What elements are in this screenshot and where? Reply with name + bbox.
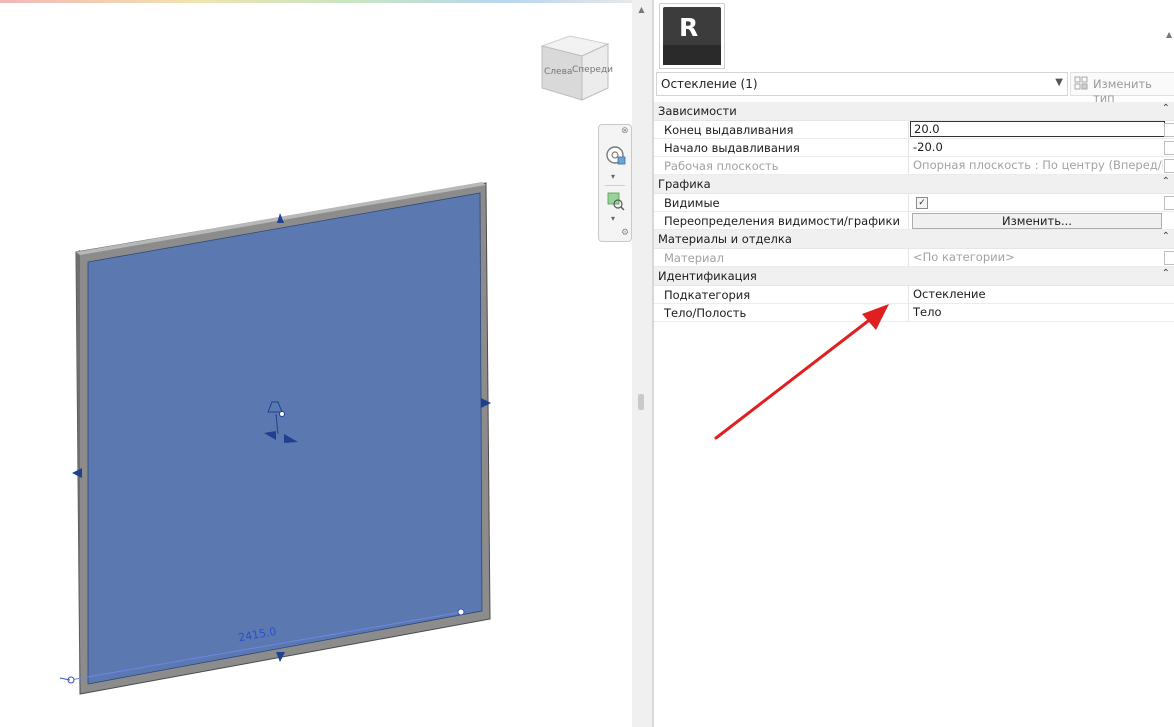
work-plane-value: Опорная плоскость : По центру (Вперед/Н.…: [913, 158, 1163, 172]
property-row: Тело/Полость Тело: [654, 304, 1174, 322]
viewcube[interactable]: Слева Спереди: [532, 30, 618, 106]
navigation-bar: ⊗ ▾ ▾ ⚙: [598, 124, 632, 242]
material-value: <По категории>: [913, 250, 1015, 264]
property-label: Конец выдавливания: [664, 123, 794, 137]
type-selector-value: Остекление (1): [661, 77, 758, 91]
model-viewport[interactable]: 2415.0 Слева Спереди ⊗ ▾ ▾ ⚙: [0, 0, 632, 727]
property-row: Начало выдавливания -20.0: [654, 139, 1174, 157]
close-icon[interactable]: ⊗: [621, 127, 629, 136]
property-label: Тело/Полость: [664, 306, 747, 320]
category-label: Идентификация: [658, 269, 757, 283]
associate-parameter-button[interactable]: [1164, 251, 1174, 265]
dimension-end-right[interactable]: [457, 608, 465, 616]
solid-void-value[interactable]: Тело: [910, 305, 1163, 320]
property-label: Подкатегория: [664, 288, 751, 302]
property-row: Материал <По категории>: [654, 249, 1174, 267]
property-row: Видимые ✓: [654, 194, 1174, 212]
navbar-divider: [605, 185, 625, 186]
property-label: Рабочая плоскость: [664, 159, 779, 173]
collapse-icon[interactable]: ⌃: [1162, 103, 1170, 114]
viewcube-label-left: Слева: [544, 67, 572, 77]
scroll-up-icon[interactable]: ▲: [636, 4, 647, 16]
associate-parameter-button[interactable]: [1164, 123, 1174, 137]
category-label: Зависимости: [658, 104, 737, 118]
splitter-grip[interactable]: [638, 394, 644, 410]
extrusion-start-value[interactable]: -20.0: [910, 140, 1163, 155]
category-materials[interactable]: Материалы и отделка ⌃: [654, 230, 1174, 249]
collapse-icon[interactable]: ⌃: [1162, 231, 1170, 242]
property-row: Конец выдавливания 20.0: [654, 121, 1174, 139]
steering-wheel-icon[interactable]: [603, 143, 627, 167]
type-selector-dropdown[interactable]: Остекление (1) ▼: [656, 72, 1068, 96]
chevron-up-icon[interactable]: ▲: [1166, 30, 1172, 39]
property-label: Видимые: [664, 196, 720, 210]
glazing-panel-3d[interactable]: 2415.0: [0, 0, 632, 727]
associate-parameter-button[interactable]: [1164, 141, 1174, 155]
type-thumbnail: R: [659, 3, 725, 69]
collapse-icon[interactable]: ⌃: [1162, 176, 1170, 187]
viewcube-label-front: Спереди: [572, 65, 613, 75]
chevron-down-icon[interactable]: ▾: [611, 215, 619, 223]
category-label: Материалы и отделка: [658, 232, 792, 246]
visible-checkbox[interactable]: ✓: [916, 197, 928, 209]
chevron-down-icon: ▼: [1055, 77, 1063, 88]
type-header: R ▲: [654, 0, 1174, 70]
property-label: Материал: [664, 251, 724, 265]
category-identity[interactable]: Идентификация ⌃: [654, 267, 1174, 286]
property-label: Начало выдавливания: [664, 141, 800, 155]
properties-grid: Зависимости ⌃ Конец выдавливания 20.0 На…: [654, 102, 1174, 322]
property-row: Подкатегория Остекление: [654, 286, 1174, 304]
edit-type-label: Изменить тип: [1093, 77, 1152, 105]
property-row: Рабочая плоскость Опорная плоскость : По…: [654, 157, 1174, 175]
extrusion-end-input[interactable]: 20.0: [910, 121, 1165, 137]
property-row: Переопределения видимости/графики Измени…: [654, 212, 1174, 230]
edit-type-icon: [1074, 76, 1088, 90]
category-label: Графика: [658, 177, 711, 191]
type-selector-row: Остекление (1) ▼ Изменить тип: [654, 72, 1174, 105]
zoom-icon[interactable]: [603, 189, 627, 213]
edit-type-button[interactable]: Изменить тип: [1070, 72, 1174, 105]
associate-parameter-button[interactable]: [1164, 196, 1174, 210]
properties-palette: R ▲ Остекление (1) ▼ Изменить тип Зависи…: [654, 0, 1174, 727]
chevron-down-icon[interactable]: ▾: [611, 173, 619, 181]
property-label: Переопределения видимости/графики: [664, 214, 900, 228]
category-graphics[interactable]: Графика ⌃: [654, 175, 1174, 194]
panel-splitter[interactable]: [632, 0, 652, 727]
collapse-icon[interactable]: ⌃: [1162, 268, 1170, 279]
subcategory-value[interactable]: Остекление: [910, 287, 1163, 302]
revit-logo: R: [663, 7, 721, 65]
shape-handle-left[interactable]: [72, 468, 82, 478]
category-constraints[interactable]: Зависимости ⌃: [654, 102, 1174, 121]
edit-visibility-overrides-button[interactable]: Изменить...: [912, 213, 1162, 229]
associate-parameter-button[interactable]: [1164, 159, 1174, 173]
gear-icon[interactable]: ⚙: [621, 229, 629, 238]
